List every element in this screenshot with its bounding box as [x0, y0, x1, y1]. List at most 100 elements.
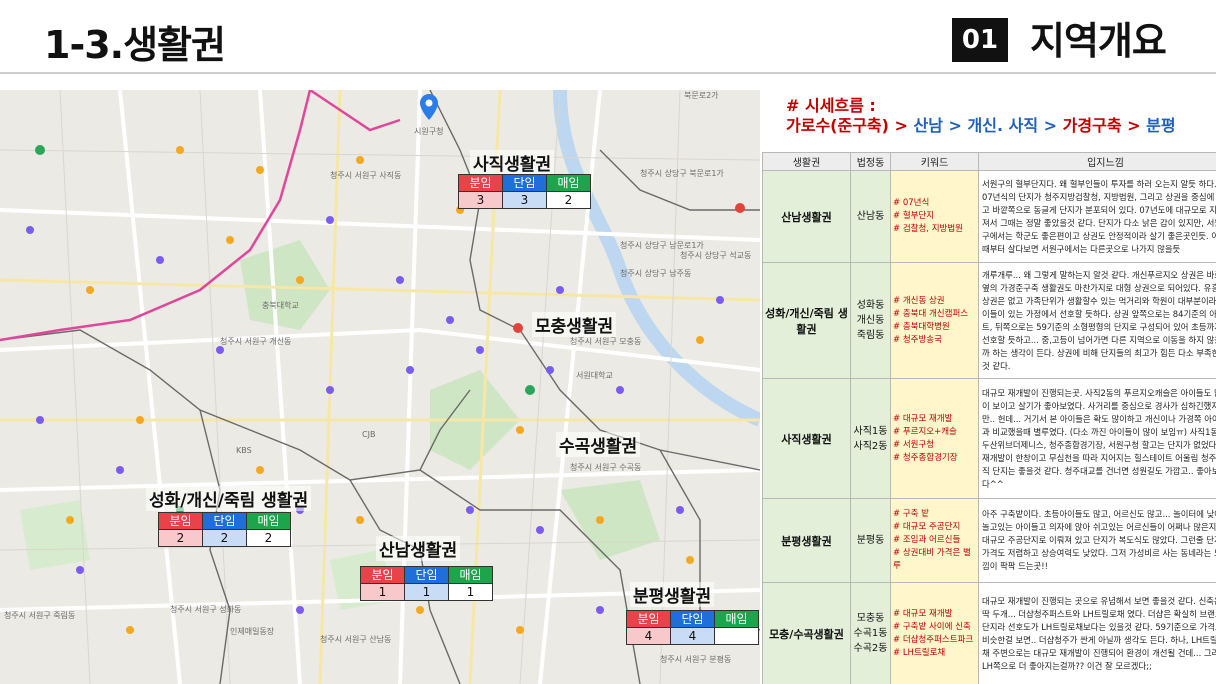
value-danim: 2: [202, 529, 247, 547]
value-maeim: [714, 627, 759, 645]
section-title: 지역개요: [1030, 19, 1167, 63]
header-bunim: 분임: [458, 174, 503, 192]
page-title: 1-3.생활권: [44, 23, 226, 67]
map-label: 청주시 서원구 성화동: [170, 605, 242, 614]
trend-arrow: >: [1127, 116, 1141, 135]
col-header-area: 생활권: [762, 152, 851, 171]
region-table-sajik: 분임 단임 매임 3 3 2: [458, 174, 591, 209]
map-label: 청주시 상당구 석교동: [680, 251, 752, 260]
trend-arrow: >: [948, 116, 962, 135]
note-cell: 대규모 재개발이 진행되는곳. 사직2동의 푸르지오캐슬은 아이들도 많이 보이…: [978, 378, 1216, 499]
keyword: # 서원구청: [893, 439, 935, 450]
keyword: # 대규모 재개발: [893, 608, 953, 619]
keyword: # 조임과 어르신들: [893, 535, 961, 545]
header-bunim: 분임: [626, 610, 671, 628]
area-cell: 모충/수곡생활권: [762, 582, 851, 684]
keyword-cell: # 대규모 재개발 # 푸르지오+캐슬 # 서원구청 # 청주종합경기장: [890, 378, 979, 499]
table-row: 사직생활권 사직1동 사직2동 # 대규모 재개발 # 푸르지오+캐슬 # 서원…: [762, 378, 1216, 499]
map-label: 인제매일동장: [230, 627, 275, 636]
map-label: 북문로2가: [684, 91, 719, 100]
note-cell: 아주 구축밭이다. 초등아이들도 많고, 어르신도 많고... 놀이터에 낮에 …: [978, 498, 1216, 583]
keyword: # 상권대비 가격은 별루: [893, 548, 971, 571]
note-cell: 개루개루... 왜 그렇게 말하는지 알것 같다. 개신푸르지오 상권은 바로 …: [978, 262, 1216, 379]
keyword: # 구축밭 사이에 신축: [893, 621, 971, 632]
keyword-cell: # 대규모 재개발 # 구축밭 사이에 신축 # 더샵청주퍼스트파크 # LH트…: [890, 582, 979, 684]
value-maeim: 2: [246, 529, 291, 547]
trend-arrow: >: [1043, 116, 1058, 135]
area-cell: 성화/개신/죽림 생활권: [762, 262, 851, 379]
region-title-sugok: 수곡생활권: [556, 432, 641, 457]
note-cell: 서원구의 혈부단지다. 왜 혈부인들이 투자를 하러 오는지 알듯 하다. 07…: [978, 170, 1216, 263]
header-divider: [0, 72, 1216, 74]
area-map[interactable]: 북문로2가 청주시 서원구 사직동 시원구청 청주시 상당구 북문로1가 청주시…: [0, 90, 760, 684]
table-row: 분평생활권 분평동 # 구축 밭 # 대규모 주공단지 # 조임과 어르신들 #…: [762, 498, 1216, 583]
table-row: 성화/개신/죽림 생활권 성화동 개신동 죽림동 # 개신동 상권 # 충북대 …: [762, 262, 1216, 379]
keyword: # 검찰청, 지방법원: [893, 224, 963, 234]
map-label: 청주시 서원구 사직동: [330, 171, 402, 180]
dong-cell: 사직1동 사직2동: [850, 378, 891, 499]
header-danim: 단임: [202, 512, 247, 530]
keyword: # 충북대학병원: [893, 321, 950, 332]
value-maeim: 2: [546, 191, 591, 209]
keyword: # LH트릴로채: [893, 647, 946, 658]
keyword: # 청주방송국: [893, 334, 942, 345]
region-table-sannam: 분임 단임 매임 1 1 1: [360, 566, 493, 601]
keyword: # 구축 밭: [893, 509, 929, 519]
table-row: 모충/수곡생활권 모충동 수곡1동 수곡2동 # 대규모 재개발 # 구축밭 사…: [762, 582, 1216, 684]
col-header-keyword: 키워드: [890, 152, 979, 171]
header-danim: 단임: [670, 610, 715, 628]
trend-step: 분평: [1146, 116, 1176, 135]
price-trend-sequence: 가로수(준구축) > 산남 > 개신. 사직 > 가경구축 > 분평: [786, 116, 1176, 136]
map-label: 시원구청: [414, 127, 444, 136]
header-danim: 단임: [404, 566, 449, 584]
value-bunim: 4: [626, 627, 671, 645]
note-cell: 대규모 재개발이 진행되는 곳으로 유념해서 보면 좋을것 같다. 신축은 딱 …: [978, 582, 1216, 684]
dong-cell: 산남동: [850, 170, 891, 263]
value-bunim: 1: [360, 583, 405, 601]
keyword-cell: # 구축 밭 # 대규모 주공단지 # 조임과 어르신들 # 상권대비 가격은 …: [890, 498, 979, 583]
map-label: 충북대학교: [262, 301, 299, 310]
area-cell: 분평생활권: [762, 498, 851, 583]
map-label: 청주시 상당구 북문로1가: [640, 169, 724, 178]
keyword: # 대규모 재개발: [893, 413, 953, 424]
region-table-bunpyeong: 분임 단임 매임 4 4: [626, 610, 759, 645]
map-label: 청주시 서원구 분평동: [660, 655, 732, 664]
region-title-sannam: 산남생활권: [376, 536, 461, 561]
header-maeim: 매임: [546, 174, 591, 192]
keyword: # 07년식: [893, 198, 930, 208]
price-trend-label: # 시세흐름 :: [786, 96, 876, 115]
region-table-seonghwa: 분임 단임 매임 2 2 2: [158, 512, 291, 547]
lifezone-table-panel: 생활권 법정동 키워드 입지느낌 산남생활권 산남동 # 07년식 # 혈부단지…: [762, 152, 1216, 684]
keyword-cell: # 개신동 상권 # 충북대 개신캠퍼스 # 충북대학병원 # 청주방송국: [890, 262, 979, 379]
keyword-cell: # 07년식 # 혈부단지 # 검찰청, 지방법원: [890, 170, 979, 263]
location-pin-icon[interactable]: [420, 94, 438, 120]
map-label: 청주시 서원구 산남동: [320, 635, 392, 644]
trend-step: 가로수(준구축): [786, 116, 889, 135]
col-header-dong: 법정동: [850, 152, 891, 171]
map-label: 청주시 서원구 수곡동: [570, 463, 642, 472]
trend-arrow: >: [894, 116, 908, 135]
map-label: KBS: [236, 446, 252, 455]
dong-cell: 모충동 수곡1동 수곡2동: [850, 582, 891, 684]
value-danim: 3: [502, 191, 547, 209]
region-title-bunpyeong: 분평생활권: [630, 582, 715, 607]
value-danim: 1: [404, 583, 449, 601]
map-label: CJB: [362, 430, 376, 439]
value-maeim: 1: [448, 583, 493, 601]
header-maeim: 매임: [448, 566, 493, 584]
keyword: # 개신동 상권: [893, 295, 945, 306]
trend-step: 개신.: [967, 116, 1004, 135]
trend-step: 가경구축: [1062, 116, 1122, 135]
dong-cell: 성화동 개신동 죽림동: [850, 262, 891, 379]
keyword: # 대규모 주공단지: [893, 522, 961, 532]
map-label: 서원대학교: [576, 371, 613, 380]
value-bunim: 2: [158, 529, 203, 547]
value-danim: 4: [670, 627, 715, 645]
keyword: # 충북대 개신캠퍼스: [893, 308, 969, 319]
map-label: 청주시 서원구 모충동: [570, 337, 642, 346]
table-row: 산남생활권 산남동 # 07년식 # 혈부단지 # 검찰청, 지방법원 서원구의…: [762, 170, 1216, 263]
region-title-sajik: 사직생활권: [470, 150, 555, 175]
header-maeim: 매임: [714, 610, 759, 628]
map-label: 청주시 서원구 개신동: [220, 337, 292, 346]
map-label: 청주시 서원구 죽림동: [4, 611, 76, 620]
